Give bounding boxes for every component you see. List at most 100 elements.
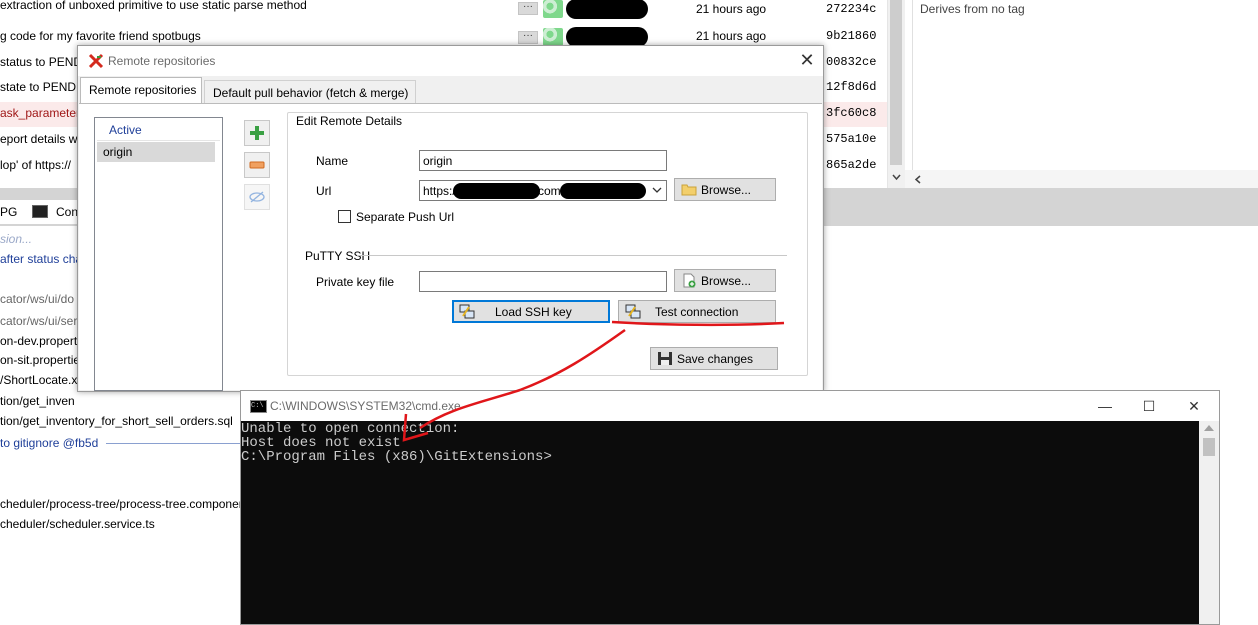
scrollbar-thumb[interactable] [1203, 438, 1215, 456]
console-output[interactable]: Unable to open connection: Host does not… [241, 421, 1199, 624]
floppy-disk-icon [658, 352, 672, 365]
commit-sha: 575a10e [826, 132, 877, 146]
private-key-label: Private key file [316, 275, 395, 289]
separate-push-url-label[interactable]: Separate Push Url [356, 210, 454, 224]
test-connection-button[interactable]: Test connection [618, 300, 776, 323]
list-group-header: Active [97, 120, 220, 141]
list-item-origin[interactable]: origin [97, 142, 215, 162]
putty-icon [459, 304, 475, 319]
browse-key-button[interactable]: Browse... [674, 269, 776, 292]
minus-icon [249, 161, 265, 169]
cmd-window: C:\ C:\WINDOWS\SYSTEM32\cmd.exe — ☐ ✕ Un… [240, 390, 1220, 625]
chevron-down-icon[interactable] [652, 187, 662, 194]
tab-default-pull-behavior[interactable]: Default pull behavior (fetch & merge) [204, 80, 416, 104]
commit-link-line[interactable]: to gitignore @fb5d [0, 436, 98, 450]
redacted-url-part [453, 183, 540, 199]
commit-row[interactable]: extraction of unboxed primitive to use s… [0, 0, 905, 25]
dialog-title: Remote repositories [108, 54, 216, 68]
derives-from-tag-text: Derives from no tag [920, 2, 1025, 16]
console-line: Host does not exist [241, 435, 401, 451]
cmd-title: C:\WINDOWS\SYSTEM32\cmd.exe [270, 399, 461, 413]
git-extensions-logo-icon [88, 53, 104, 69]
chevron-down-icon[interactable] [892, 174, 901, 181]
commit-message: lop' of https:// [0, 158, 71, 172]
redacted-author [566, 0, 648, 19]
url-combobox[interactable]: https:// com [419, 180, 667, 201]
remotes-list[interactable]: Active origin [94, 117, 223, 391]
commit-sha: 272234c [826, 2, 877, 16]
commit-list-scrollbar[interactable] [887, 0, 905, 188]
commit-message: state to PEND [0, 80, 77, 94]
file-path[interactable]: on-dev.properti [0, 334, 80, 348]
cmd-titlebar[interactable]: C:\ C:\WINDOWS\SYSTEM32\cmd.exe — ☐ ✕ [241, 391, 1219, 421]
load-ssh-key-button[interactable]: Load SSH key [452, 300, 610, 323]
group-title: Edit Remote Details [292, 114, 407, 128]
commit-date: 21 hours ago [696, 29, 767, 43]
file-path[interactable]: cheduler/process-tree/process-tree.compo… [0, 497, 243, 511]
commit-message: status to PEND [0, 55, 83, 69]
tab-console[interactable]: Con [56, 205, 78, 219]
putty-ssh-label: PuTTY SSH [305, 249, 371, 263]
redacted-url-part [560, 183, 646, 199]
tab-gpg[interactable]: PG [0, 205, 17, 219]
console-line: Unable to open connection: [241, 421, 460, 437]
file-path[interactable]: tion/get_inven [0, 394, 75, 408]
private-key-field[interactable] [419, 271, 667, 292]
commit-message: ask_parameters [0, 106, 87, 120]
url-label: Url [316, 184, 332, 198]
author-avatar [543, 28, 563, 46]
scrollbar-thumb[interactable] [890, 0, 902, 165]
browse-url-button[interactable]: Browse... [674, 178, 776, 201]
commit-message: eport details w [0, 132, 78, 146]
add-remote-button[interactable] [244, 120, 270, 146]
console-prompt: C:\Program Files (x86)\GitExtensions> [241, 449, 552, 465]
status-change-line: after status cha [0, 252, 83, 266]
maximize-icon[interactable]: ☐ [1129, 394, 1169, 418]
minimize-icon[interactable]: — [1085, 394, 1125, 418]
file-path[interactable]: cator/ws/ui/ser [0, 314, 77, 328]
file-path[interactable]: on-sit.propertie [0, 353, 80, 367]
putty-icon [625, 304, 641, 319]
toggle-remote-button[interactable] [244, 184, 270, 210]
separate-push-url-checkbox[interactable] [338, 210, 351, 223]
search-input[interactable]: sion... [0, 232, 32, 246]
save-changes-button[interactable]: Save changes [650, 347, 778, 370]
close-icon[interactable]: ✕ [1174, 394, 1214, 418]
redacted-author [566, 27, 648, 47]
console-scrollbar[interactable] [1199, 421, 1219, 624]
tab-page: Active origin Edit Remote Details Name o… [79, 103, 822, 391]
commit-message: extraction of unboxed primitive to use s… [0, 0, 307, 12]
console-icon [32, 205, 48, 218]
dialog-titlebar[interactable]: Remote repositories ✕ [78, 46, 823, 76]
file-path[interactable]: tion/get_inventory_for_short_sell_orders… [0, 414, 233, 428]
name-field[interactable]: origin [419, 150, 667, 171]
close-icon[interactable]: ✕ [796, 50, 818, 70]
more-icon[interactable]: ··· [518, 2, 538, 15]
commit-sha: 3fc60c8 [826, 106, 877, 120]
cmd-icon: C:\ [250, 400, 267, 413]
commit-sha: 12f8d6d [826, 80, 877, 94]
divider [106, 443, 240, 444]
add-file-icon [683, 273, 696, 288]
chevron-up-icon[interactable] [1204, 425, 1214, 431]
remove-remote-button[interactable] [244, 152, 270, 178]
bottom-tabs: PG Con [0, 200, 78, 224]
more-icon[interactable]: ··· [518, 31, 538, 44]
tab-remote-repositories[interactable]: Remote repositories [80, 77, 202, 104]
chevron-left-icon[interactable] [914, 175, 921, 184]
commit-sha: 9b21860 [826, 29, 877, 43]
file-path[interactable]: cheduler/scheduler.service.ts [0, 517, 155, 531]
horizontal-scrollbar[interactable] [905, 170, 1258, 188]
file-path[interactable]: cator/ws/ui/do [0, 292, 74, 306]
divider [357, 255, 787, 256]
commit-date: 21 hours ago [696, 2, 767, 16]
plus-icon [250, 126, 264, 140]
name-label: Name [316, 154, 349, 168]
commit-message: g code for my favorite friend spotbugs [0, 29, 201, 43]
eye-slash-icon [249, 191, 265, 203]
file-path[interactable]: /ShortLocate.x [0, 373, 77, 387]
remote-repositories-dialog: Remote repositories ✕ Remote repositorie… [77, 45, 824, 392]
commit-sha: 00832ce [826, 55, 877, 69]
commit-sha: 865a2de [826, 158, 877, 172]
author-avatar [543, 0, 563, 18]
